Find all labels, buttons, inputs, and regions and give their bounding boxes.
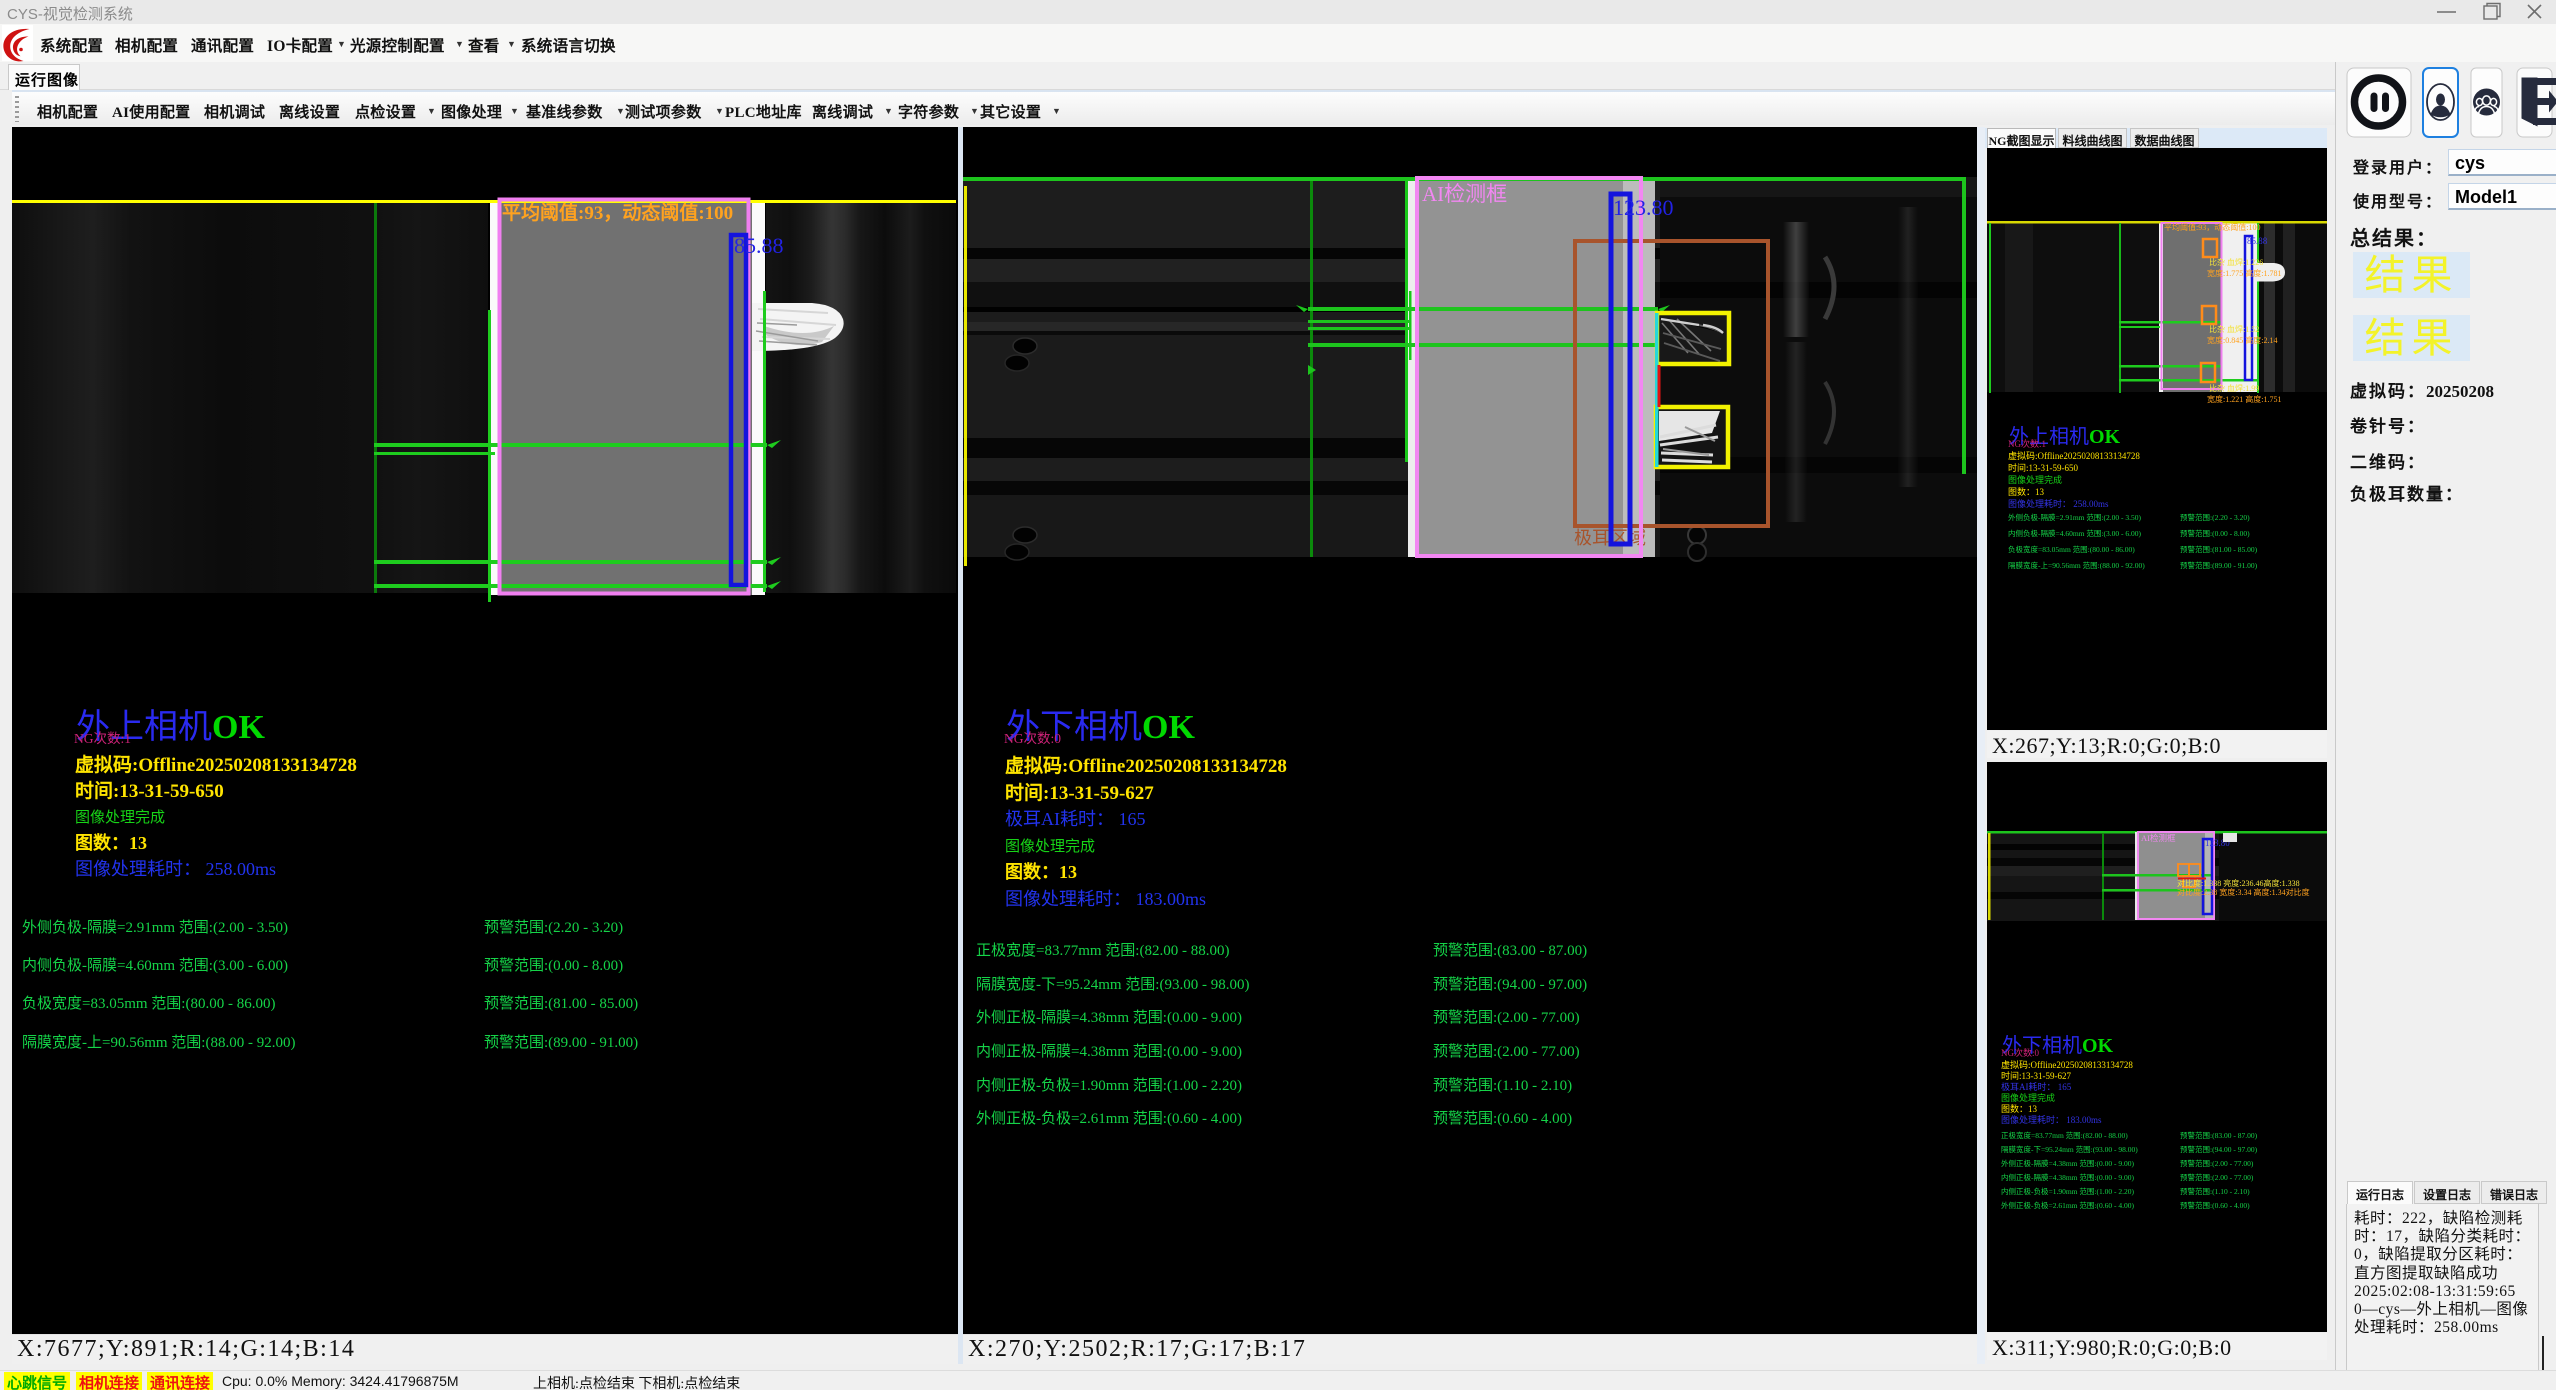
svg-text:隔膜宽度-下=95.24mm 范围:(93.00 - 98.: 隔膜宽度-下=95.24mm 范围:(93.00 - 98.00) — [976, 976, 1249, 993]
svg-text:内侧正极-负极=1.90mm 范围:(1.00 - 2.20: 内侧正极-负极=1.90mm 范围:(1.00 - 2.20) — [976, 1077, 1242, 1094]
svg-text:预警范围:(0.60 - 4.00): 预警范围:(0.60 - 4.00) — [2180, 1200, 2250, 1210]
svg-text:外侧负极-隔膜=2.91mm 范围:(2.00 - 3.50: 外侧负极-隔膜=2.91mm 范围:(2.00 - 3.50) — [2008, 512, 2141, 522]
svg-text:图像处理完成: 图像处理完成 — [2001, 1092, 2055, 1103]
svg-text:外侧正极-隔膜=4.38mm 范围:(0.00 - 9.00: 外侧正极-隔膜=4.38mm 范围:(0.00 - 9.00) — [976, 1009, 1242, 1026]
svg-text:正极宽度=83.77mm 范围:(82.00 - 88.00: 正极宽度=83.77mm 范围:(82.00 - 88.00) — [2001, 1130, 2128, 1140]
svg-text:比杂 血焊:1.52: 比杂 血焊:1.52 — [2209, 324, 2259, 334]
svg-text:隔膜宽度-上=90.56mm 范围:(88.00 - 92.: 隔膜宽度-上=90.56mm 范围:(88.00 - 92.00) — [2008, 560, 2145, 570]
svg-text:预警范围:(2.00 - 77.00): 预警范围:(2.00 - 77.00) — [1433, 1043, 1580, 1060]
svg-text:图像处理耗时： 183.00ms: 图像处理耗时： 183.00ms — [2001, 1114, 2102, 1125]
svg-text:图数：13: 图数：13 — [75, 832, 147, 853]
svg-text:宽度:1.775 高度:1.781: 宽度:1.775 高度:1.781 — [2207, 268, 2281, 278]
svg-text:预警范围:(2.00 - 77.00): 预警范围:(2.00 - 77.00) — [2180, 1158, 2254, 1168]
svg-text:预警范围:(2.00 - 77.00): 预警范围:(2.00 - 77.00) — [1433, 1009, 1580, 1026]
svg-text:外侧正极-负极=2.61mm 范围:(0.60 - 4.00: 外侧正极-负极=2.61mm 范围:(0.60 - 4.00) — [2001, 1200, 2134, 1210]
svg-text:预警范围:(0.60 - 4.00): 预警范围:(0.60 - 4.00) — [1433, 1110, 1572, 1127]
svg-text:图像处理耗时： 258.00ms: 图像处理耗时： 258.00ms — [2008, 498, 2109, 509]
svg-text:虚拟码:Offline20250208133134728: 虚拟码:Offline20250208133134728 — [75, 753, 357, 776]
svg-text:图像处理完成: 图像处理完成 — [75, 809, 165, 826]
svg-text:隔膜宽度-上=90.56mm 范围:(88.00 - 92.: 隔膜宽度-上=90.56mm 范围:(88.00 - 92.00) — [22, 1034, 295, 1051]
svg-text:对比度:1.338 亮度:236.46高度:1.338: 对比度:1.338 亮度:236.46高度:1.338 — [2177, 878, 2300, 888]
svg-text:对比度:2.38 宽度:3.34 高度:1.34对比度: 对比度:2.38 宽度:3.34 高度:1.34对比度 — [2177, 887, 2310, 897]
svg-text:NG次数:1: NG次数:1 — [2008, 438, 2046, 449]
svg-text:预警范围:(94.00 - 97.00): 预警范围:(94.00 - 97.00) — [2180, 1144, 2258, 1154]
svg-text:比杂 血焊:1.226: 比杂 血焊:1.226 — [2209, 257, 2263, 267]
svg-text:预警范围:(2.20 - 3.20): 预警范围:(2.20 - 3.20) — [2180, 512, 2250, 522]
svg-text:时间:13-31-59-650: 时间:13-31-59-650 — [2008, 462, 2078, 473]
svg-text:AI检测框: AI检测框 — [2141, 833, 2176, 843]
svg-text:123.80: 123.80 — [1613, 195, 1674, 220]
svg-text:虚拟码:Offline20250208133134728: 虚拟码:Offline20250208133134728 — [2001, 1059, 2133, 1070]
svg-text:负极宽度=83.05mm 范围:(80.00 - 86.00: 负极宽度=83.05mm 范围:(80.00 - 86.00) — [2008, 544, 2135, 554]
svg-text:虚拟码:Offline20250208133134728: 虚拟码:Offline20250208133134728 — [2008, 450, 2140, 461]
svg-text:预警范围:(81.00 - 85.00): 预警范围:(81.00 - 85.00) — [484, 995, 638, 1012]
svg-text:正极宽度=83.77mm 范围:(82.00 - 88.00: 正极宽度=83.77mm 范围:(82.00 - 88.00) — [976, 942, 1229, 959]
svg-text:内侧负极-隔膜=4.60mm 范围:(3.00 - 6.00: 内侧负极-隔膜=4.60mm 范围:(3.00 - 6.00) — [22, 957, 288, 974]
svg-text:平均阈值:93，动态阈值:100: 平均阈值:93，动态阈值:100 — [2164, 222, 2260, 232]
svg-text:时间:13-31-59-627: 时间:13-31-59-627 — [2001, 1070, 2071, 1081]
svg-text:预警范围:(1.10 - 2.10): 预警范围:(1.10 - 2.10) — [2180, 1186, 2250, 1196]
svg-text:85.88: 85.88 — [734, 233, 784, 258]
svg-text:预警范围:(2.20 - 3.20): 预警范围:(2.20 - 3.20) — [484, 919, 623, 936]
svg-text:比杂 血焊:1.99: 比杂 血焊:1.99 — [2209, 383, 2259, 393]
svg-text:预警范围:(2.00 - 77.00): 预警范围:(2.00 - 77.00) — [2180, 1172, 2254, 1182]
svg-text:内侧正极-隔膜=4.38mm 范围:(0.00 - 9.00: 内侧正极-隔膜=4.38mm 范围:(0.00 - 9.00) — [2001, 1172, 2134, 1182]
svg-text:预警范围:(0.00 - 8.00): 预警范围:(0.00 - 8.00) — [2180, 528, 2250, 538]
svg-text:极耳AI耗时： 165: 极耳AI耗时： 165 — [2001, 1081, 2072, 1092]
svg-text:外侧正极-负极=2.61mm 范围:(0.60 - 4.00: 外侧正极-负极=2.61mm 范围:(0.60 - 4.00) — [976, 1110, 1242, 1127]
svg-text:平均阈值:93，动态阈值:100: 平均阈值:93，动态阈值:100 — [502, 201, 733, 224]
svg-text:预警范围:(83.00 - 87.00): 预警范围:(83.00 - 87.00) — [2180, 1130, 2258, 1140]
svg-text:图数：13: 图数：13 — [2008, 486, 2045, 497]
svg-text:宽度:0.845 高度:2.14: 宽度:0.845 高度:2.14 — [2207, 335, 2277, 345]
svg-text:预警范围:(81.00 - 85.00): 预警范围:(81.00 - 85.00) — [2180, 544, 2258, 554]
svg-text:NG次数:0: NG次数:0 — [2001, 1047, 2039, 1058]
svg-text:预警范围:(83.00 - 87.00): 预警范围:(83.00 - 87.00) — [1433, 942, 1587, 959]
svg-text:极耳AI耗时： 165: 极耳AI耗时： 165 — [1005, 809, 1146, 829]
svg-text:内侧负极-隔膜=4.60mm 范围:(3.00 - 6.00: 内侧负极-隔膜=4.60mm 范围:(3.00 - 6.00) — [2008, 528, 2141, 538]
svg-text:预警范围:(94.00 - 97.00): 预警范围:(94.00 - 97.00) — [1433, 976, 1587, 993]
svg-text:图数：13: 图数：13 — [2001, 1103, 2038, 1114]
svg-text:外侧正极-隔膜=4.38mm 范围:(0.00 - 9.00: 外侧正极-隔膜=4.38mm 范围:(0.00 - 9.00) — [2001, 1158, 2134, 1168]
svg-text:宽度:1.221 高度:1.751: 宽度:1.221 高度:1.751 — [2207, 394, 2281, 404]
svg-text:图像处理完成: 图像处理完成 — [1005, 838, 1095, 855]
svg-text:图像处理完成: 图像处理完成 — [2008, 474, 2062, 485]
svg-text:AI检测框: AI检测框 — [1422, 182, 1507, 206]
svg-text:图像处理耗时： 183.00ms: 图像处理耗时： 183.00ms — [1005, 889, 1206, 909]
svg-text:85.88: 85.88 — [2247, 236, 2268, 246]
svg-text:图数：13: 图数：13 — [1005, 861, 1077, 882]
svg-text:预警范围:(0.00 - 8.00): 预警范围:(0.00 - 8.00) — [484, 957, 623, 974]
svg-text:负极宽度=83.05mm 范围:(80.00 - 86.00: 负极宽度=83.05mm 范围:(80.00 - 86.00) — [22, 995, 275, 1012]
svg-text:虚拟码:Offline20250208133134728: 虚拟码:Offline20250208133134728 — [1005, 754, 1287, 777]
svg-text:预警范围:(89.00 - 91.00): 预警范围:(89.00 - 91.00) — [2180, 560, 2258, 570]
svg-text:隔膜宽度-下=95.24mm 范围:(93.00 - 98.: 隔膜宽度-下=95.24mm 范围:(93.00 - 98.00) — [2001, 1144, 2138, 1154]
svg-text:时间:13-31-59-650: 时间:13-31-59-650 — [75, 780, 224, 802]
svg-text:预警范围:(1.10 - 2.10): 预警范围:(1.10 - 2.10) — [1433, 1077, 1572, 1094]
svg-text:NG次数:1: NG次数:1 — [74, 731, 131, 746]
svg-text:时间:13-31-59-627: 时间:13-31-59-627 — [1005, 782, 1154, 804]
svg-text:内侧正极-隔膜=4.38mm 范围:(0.00 - 9.00: 内侧正极-隔膜=4.38mm 范围:(0.00 - 9.00) — [976, 1043, 1242, 1060]
svg-text:图像处理耗时： 258.00ms: 图像处理耗时： 258.00ms — [75, 859, 276, 879]
svg-text:预警范围:(89.00 - 91.00): 预警范围:(89.00 - 91.00) — [484, 1034, 638, 1051]
svg-text:外侧负极-隔膜=2.91mm 范围:(2.00 - 3.50: 外侧负极-隔膜=2.91mm 范围:(2.00 - 3.50) — [22, 919, 288, 936]
svg-text:NG次数:0: NG次数:0 — [1004, 731, 1061, 746]
svg-text:内侧正极-负极=1.90mm 范围:(1.00 - 2.20: 内侧正极-负极=1.90mm 范围:(1.00 - 2.20) — [2001, 1186, 2134, 1196]
